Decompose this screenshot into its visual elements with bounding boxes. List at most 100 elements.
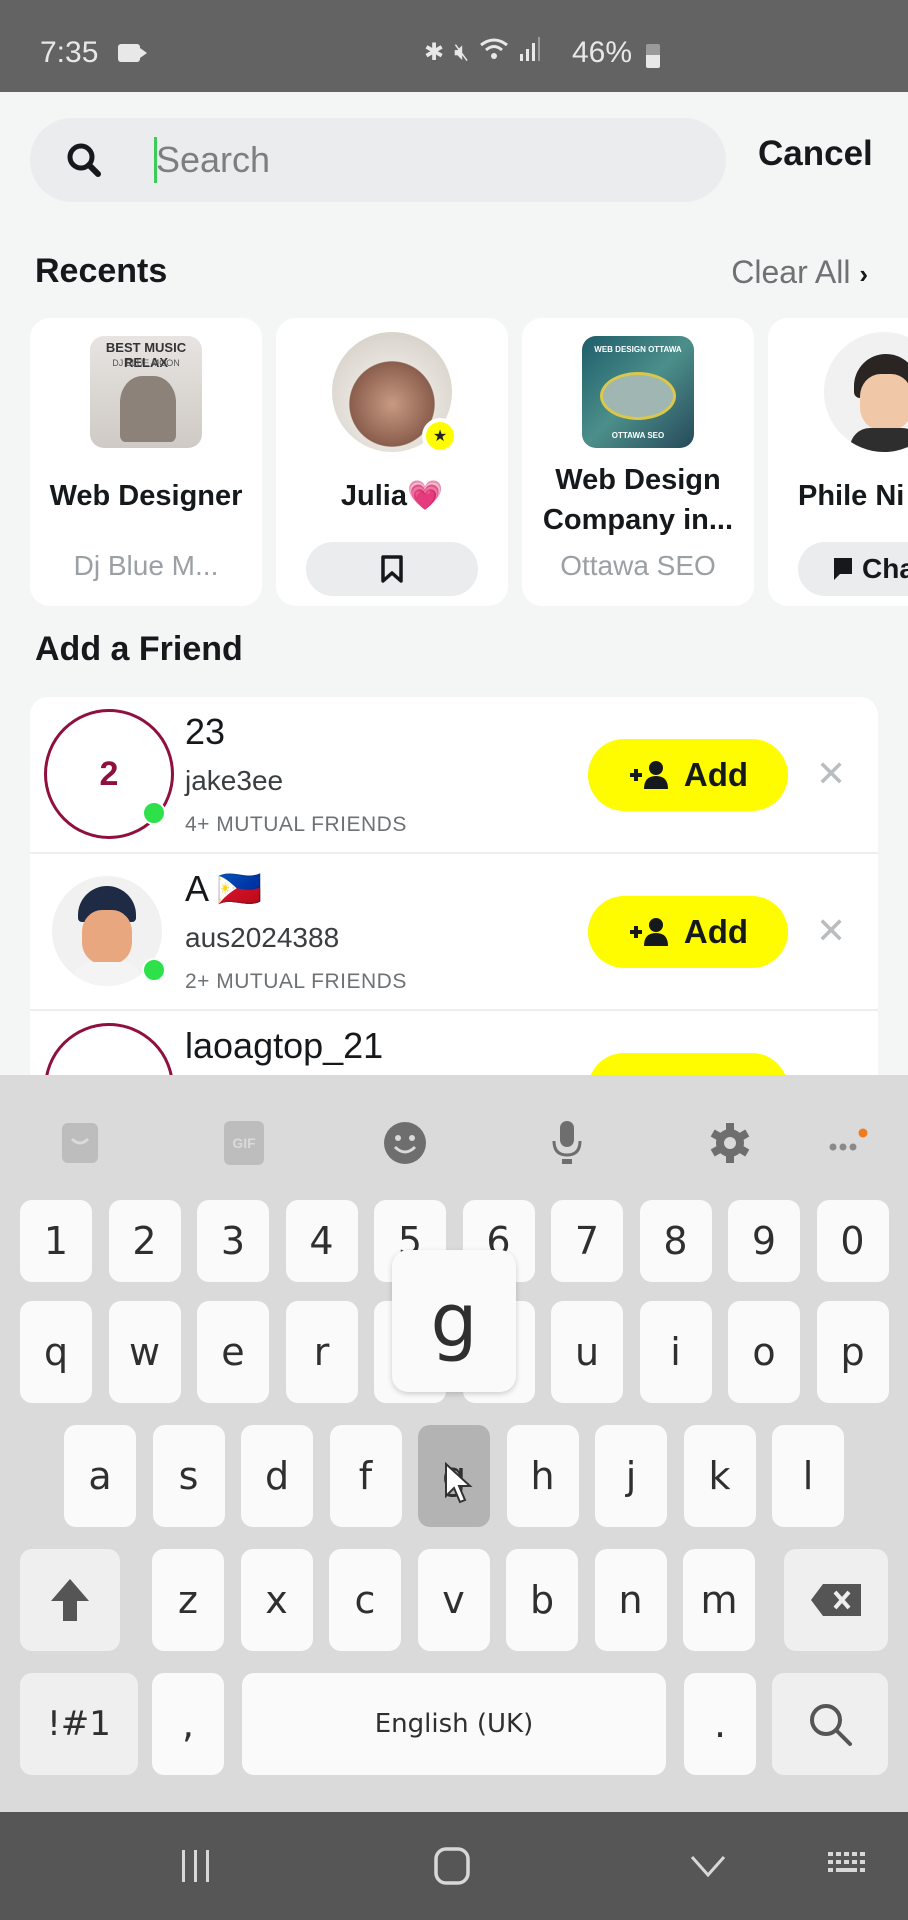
chat-button[interactable]: Chat <box>798 542 908 596</box>
bluetooth-icon: ✱ <box>424 39 445 66</box>
cancel-button[interactable]: Cancel <box>758 134 873 174</box>
recent-card[interactable]: ★ Julia💗 <box>276 318 508 606</box>
key-j[interactable]: j <box>595 1425 667 1527</box>
key-l[interactable]: l <box>772 1425 844 1527</box>
key-q[interactable]: q <box>20 1301 92 1403</box>
key-1[interactable]: 1 <box>20 1200 92 1282</box>
key-n[interactable]: n <box>594 1549 667 1651</box>
key-s[interactable]: s <box>152 1425 225 1527</box>
search-icon <box>66 142 102 178</box>
add-friend-button[interactable]: Add <box>588 896 788 968</box>
key-b[interactable]: b <box>506 1549 578 1651</box>
battery-icon <box>646 44 660 68</box>
mouse-cursor-icon <box>445 1462 473 1504</box>
recent-card[interactable]: WEB DESIGN OTTAWA OTTAWA SEO Web Design … <box>522 318 754 606</box>
on-screen-keyboard: GIF 1234567890qwertyuiopasdfghjklzxcvbnm… <box>0 1075 908 1812</box>
online-indicator <box>142 958 166 982</box>
display-name: A 🇵🇭 <box>185 868 262 909</box>
more-icon[interactable] <box>818 1113 878 1173</box>
display-name: 23 <box>185 711 226 752</box>
key-preview-popup: g <box>392 1250 516 1392</box>
recent-subtitle: Dj Blue M... <box>73 550 219 581</box>
key-p[interactable]: p <box>816 1301 889 1403</box>
gif-icon[interactable]: GIF <box>214 1113 274 1173</box>
key-2[interactable]: 2 <box>108 1200 181 1282</box>
key-u[interactable]: u <box>551 1301 623 1403</box>
keyboard-switch-icon[interactable] <box>826 1846 870 1886</box>
battery-percent: 46% <box>572 36 633 69</box>
friend-suggestion-row[interactable]: A 🇵🇭 aus2024388 2+ MUTUAL FRIENDS Add ✕ <box>30 854 878 1011</box>
key-0[interactable]: 0 <box>816 1200 889 1282</box>
recent-name: Web Design Company in... <box>542 464 734 536</box>
recent-subtitle: Ottawa SEO <box>560 550 716 581</box>
space-key[interactable]: English (UK) <box>242 1673 666 1775</box>
story-ring-avatar[interactable] <box>44 1023 174 1077</box>
backspace-key[interactable] <box>784 1549 888 1651</box>
recent-card[interactable]: BEST MUSIC RELAX DJ BLUE MOON Web Design… <box>30 318 262 606</box>
key-9[interactable]: 9 <box>728 1200 800 1282</box>
key-a[interactable]: a <box>64 1425 136 1527</box>
search-header: Cancel <box>0 92 908 222</box>
key-i[interactable]: i <box>639 1301 712 1403</box>
friend-suggestion-row[interactable]: laoagtop_21 <box>30 1011 878 1077</box>
key-3[interactable]: 3 <box>197 1200 269 1282</box>
search-key[interactable] <box>772 1673 888 1775</box>
add-user-icon <box>629 761 668 789</box>
key-w[interactable]: w <box>108 1301 181 1403</box>
key-c[interactable]: c <box>329 1549 401 1651</box>
sticker-icon[interactable] <box>50 1113 110 1173</box>
key-m[interactable]: m <box>683 1549 755 1651</box>
period-key[interactable]: . <box>684 1673 756 1775</box>
recents-carousel[interactable]: BEST MUSIC RELAX DJ BLUE MOON Web Design… <box>30 318 908 608</box>
add-friend-list: 2 23 jake3ee 4+ MUTUAL FRIENDS Add ✕ A 🇵… <box>30 697 878 1077</box>
status-bar: 7:35 ✱ 🔇︎ 46% <box>0 0 908 92</box>
key-7[interactable]: 7 <box>551 1200 623 1282</box>
key-e[interactable]: e <box>197 1301 269 1403</box>
recent-apps-button[interactable] <box>178 1846 214 1886</box>
key-o[interactable]: o <box>728 1301 800 1403</box>
microphone-icon[interactable] <box>537 1113 597 1173</box>
key-v[interactable]: v <box>417 1549 490 1651</box>
key-4[interactable]: 4 <box>285 1200 358 1282</box>
dismiss-icon[interactable]: ✕ <box>816 910 846 952</box>
display-name: laoagtop_21 <box>185 1025 384 1066</box>
recent-card[interactable]: Phile Ni Chat <box>768 318 908 606</box>
profile-thumbnail: WEB DESIGN OTTAWA OTTAWA SEO <box>582 336 694 448</box>
hide-keyboard-button[interactable] <box>688 1846 728 1886</box>
shift-key[interactable] <box>20 1549 120 1651</box>
username: aus2024388 <box>185 922 340 953</box>
username: jake3ee <box>185 765 284 796</box>
chat-icon <box>834 558 852 580</box>
bookmark-button[interactable] <box>306 542 478 596</box>
online-indicator <box>142 801 166 825</box>
settings-icon[interactable] <box>700 1113 760 1173</box>
key-8[interactable]: 8 <box>639 1200 712 1282</box>
key-d[interactable]: d <box>241 1425 313 1527</box>
shift-icon <box>51 1579 89 1621</box>
signal-icon <box>519 36 541 69</box>
recent-name: Phile Ni <box>798 480 905 512</box>
mute-icon: 🔇︎ <box>454 38 470 66</box>
add-friend-button[interactable]: Add <box>588 739 788 811</box>
system-nav-bar <box>0 1812 908 1920</box>
friend-suggestion-row[interactable]: 2 23 jake3ee 4+ MUTUAL FRIENDS Add ✕ <box>30 697 878 854</box>
dismiss-icon[interactable]: ✕ <box>816 753 846 795</box>
wifi-icon <box>479 36 509 69</box>
comma-key[interactable]: , <box>152 1673 224 1775</box>
key-f[interactable]: f <box>329 1425 402 1527</box>
emoji-icon[interactable] <box>375 1113 435 1173</box>
add-friend-button[interactable] <box>588 1053 788 1077</box>
clear-all-button[interactable]: Clear All › <box>731 254 868 291</box>
add-friend-title: Add a Friend <box>35 630 243 668</box>
key-r[interactable]: r <box>285 1301 358 1403</box>
search-bar[interactable] <box>30 118 726 202</box>
home-button[interactable] <box>432 1846 472 1886</box>
search-input[interactable] <box>156 132 696 188</box>
screen-record-icon <box>118 44 147 62</box>
symbols-key[interactable]: !#1 <box>20 1673 138 1775</box>
key-z[interactable]: z <box>152 1549 224 1651</box>
key-k[interactable]: k <box>683 1425 756 1527</box>
key-h[interactable]: h <box>506 1425 579 1527</box>
key-x[interactable]: x <box>240 1549 313 1651</box>
star-badge-icon: ★ <box>422 418 458 454</box>
